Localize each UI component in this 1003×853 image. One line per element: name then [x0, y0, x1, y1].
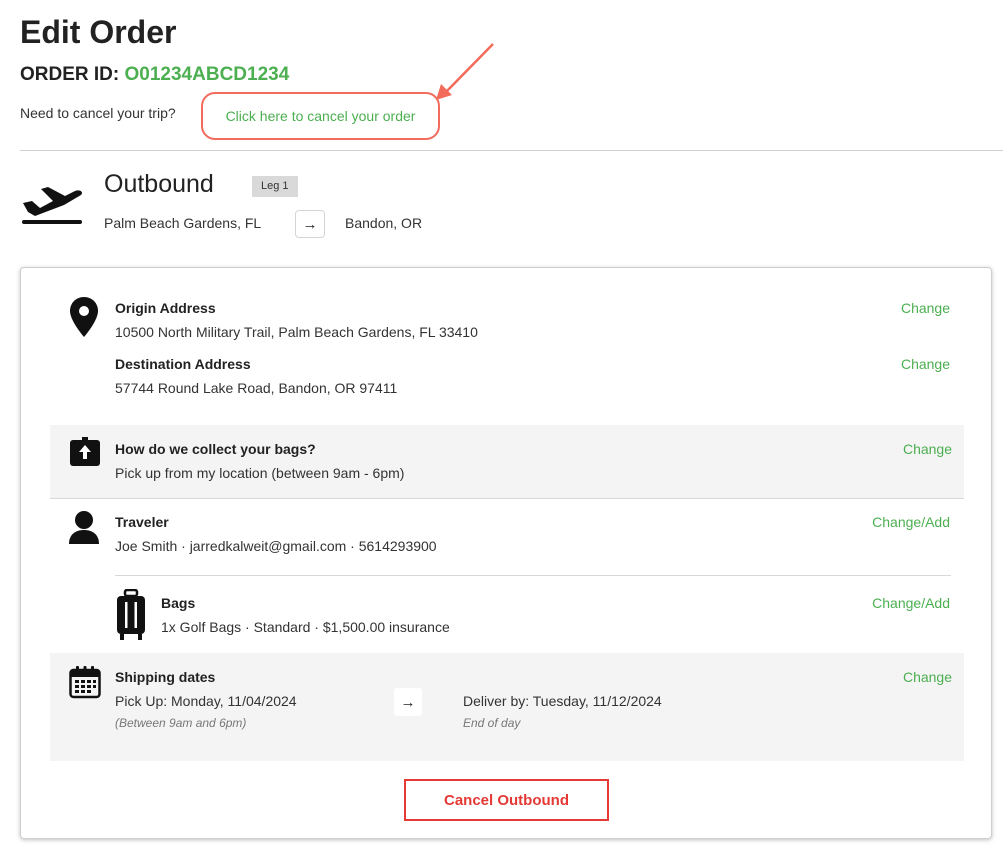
- change-traveler-link[interactable]: Change/Add: [872, 514, 950, 530]
- plane-departure-icon: [22, 187, 83, 224]
- traveler-bags-divider: [115, 575, 951, 576]
- deliver-window: End of day: [463, 716, 521, 730]
- route-from: Palm Beach Gardens, FL: [104, 215, 262, 231]
- destination-value: 57744 Round Lake Road, Bandon, OR 97411: [115, 380, 398, 396]
- annotation-arrow-icon: [436, 43, 494, 100]
- cancel-prompt: Need to cancel your trip?: [20, 105, 176, 121]
- cancel-outbound-button[interactable]: Cancel Outbound: [404, 779, 609, 821]
- change-bags-link[interactable]: Change/Add: [872, 595, 950, 611]
- map-pin-icon: [70, 297, 98, 337]
- collection-label: How do we collect your bags?: [115, 441, 316, 457]
- order-id-value: O01234ABCD1234: [124, 64, 290, 85]
- shipping-label: Shipping dates: [115, 669, 216, 685]
- leg-title: Outbound: [104, 170, 214, 198]
- bags-value: 1x Golf Bags · Standard · $1,500.00 insu…: [161, 619, 450, 635]
- collection-section: How do we collect your bags? Pick up fro…: [50, 425, 964, 498]
- leg-badge: Leg 1: [252, 176, 298, 197]
- person-icon: [69, 511, 99, 544]
- order-id: ORDER ID: O01234ABCD1234: [20, 64, 289, 86]
- pickup-date: Pick Up: Monday, 11/04/2024: [115, 693, 297, 709]
- collection-bottom-divider: [50, 498, 964, 499]
- outbound-card: Origin Address 10500 North Military Trai…: [20, 267, 992, 839]
- shipping-section: Shipping dates Pick Up: Monday, 11/04/20…: [50, 653, 964, 761]
- origin-value: 10500 North Military Trail, Palm Beach G…: [115, 324, 478, 340]
- page-title: Edit Order: [20, 14, 177, 50]
- shipping-arrow: →: [394, 688, 422, 716]
- change-shipping-link[interactable]: Change: [903, 669, 952, 685]
- order-id-label: ORDER ID:: [20, 64, 120, 85]
- origin-label: Origin Address: [115, 300, 216, 316]
- section-divider: [20, 150, 1003, 151]
- change-destination-link[interactable]: Change: [901, 356, 950, 372]
- route-arrow: →: [295, 210, 325, 238]
- cancel-order-link[interactable]: Click here to cancel your order: [201, 92, 440, 140]
- calendar-icon: [69, 666, 101, 699]
- bags-label: Bags: [161, 595, 196, 611]
- route-to: Bandon, OR: [345, 215, 423, 231]
- collection-value: Pick up from my location (between 9am - …: [115, 465, 405, 481]
- bag-pickup-icon: [70, 437, 100, 466]
- change-collection-link[interactable]: Change: [903, 441, 952, 457]
- pickup-window: (Between 9am and 6pm): [115, 716, 247, 730]
- traveler-value: Joe Smith · jarredkalweit@gmail.com · 56…: [115, 538, 437, 554]
- deliver-date: Deliver by: Tuesday, 11/12/2024: [463, 693, 662, 709]
- luggage-icon: [117, 589, 145, 640]
- destination-label: Destination Address: [115, 356, 251, 372]
- change-origin-link[interactable]: Change: [901, 300, 950, 316]
- traveler-label: Traveler: [115, 514, 169, 530]
